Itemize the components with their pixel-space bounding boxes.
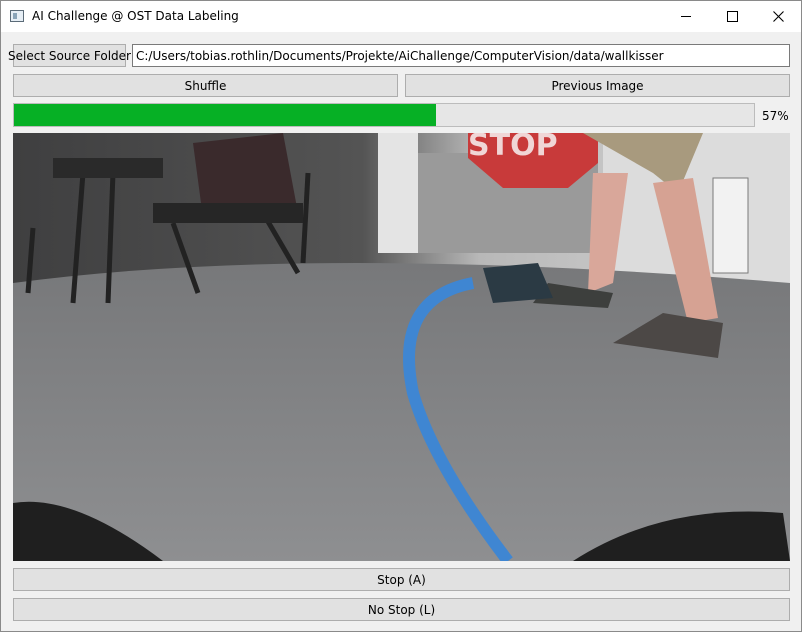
previous-image-button[interactable]: Previous Image — [405, 74, 790, 97]
stop-label-button[interactable]: Stop (A) — [13, 568, 790, 591]
no-stop-label-button[interactable]: No Stop (L) — [13, 598, 790, 621]
app-window-icon — [10, 10, 24, 22]
svg-text:STOP: STOP — [468, 133, 558, 163]
minimize-icon — [681, 16, 691, 17]
minimize-button[interactable] — [663, 1, 709, 32]
shuffle-button[interactable]: Shuffle — [13, 74, 398, 97]
progress-fill — [14, 104, 436, 126]
maximize-icon — [726, 11, 738, 22]
window-title: AI Challenge @ OST Data Labeling — [32, 9, 239, 23]
maximize-button[interactable] — [709, 1, 755, 32]
source-folder-path-field[interactable]: C:/Users/tobias.rothlin/Documents/Projek… — [132, 44, 790, 67]
camera-frame-image: STOP — [13, 133, 790, 561]
close-button[interactable] — [755, 1, 801, 32]
current-image: STOP — [13, 133, 790, 561]
labeling-progress-bar — [13, 103, 755, 127]
app-window: AI Challenge @ OST Data Labeling Select … — [0, 0, 802, 632]
progress-percent-label: 57% — [762, 109, 789, 123]
select-source-folder-button[interactable]: Select Source Folder — [8, 44, 131, 67]
close-icon — [772, 11, 784, 22]
title-bar[interactable]: AI Challenge @ OST Data Labeling — [1, 1, 801, 32]
